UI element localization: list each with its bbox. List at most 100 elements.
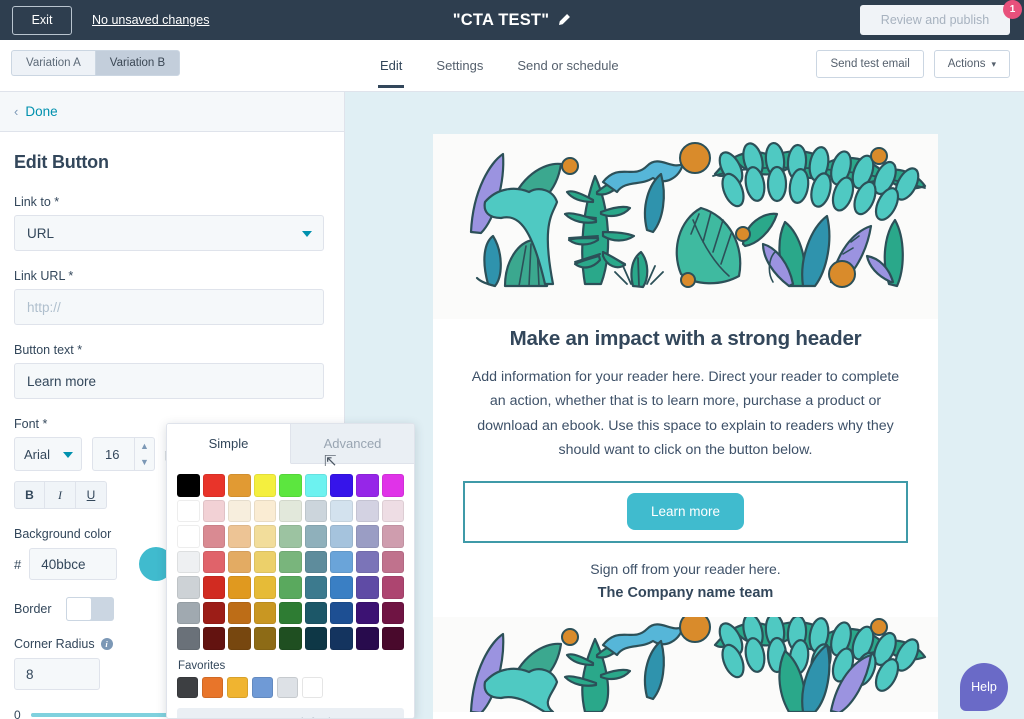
notification-badge[interactable]: 1	[1003, 0, 1022, 19]
color-swatch[interactable]	[382, 627, 405, 650]
color-swatch[interactable]	[305, 500, 328, 523]
color-swatch[interactable]	[305, 627, 328, 650]
color-swatch[interactable]	[177, 525, 200, 548]
color-swatch[interactable]	[356, 576, 379, 599]
color-swatch[interactable]	[254, 627, 277, 650]
color-swatch[interactable]	[279, 525, 302, 548]
chevron-down-icon[interactable]: ▼	[135, 454, 154, 470]
variation-b-tab[interactable]: Variation B	[95, 50, 180, 76]
favorite-color-swatch[interactable]	[177, 677, 198, 698]
color-swatch[interactable]	[356, 474, 379, 497]
color-swatch[interactable]	[330, 525, 353, 548]
color-swatch[interactable]	[330, 602, 353, 625]
color-swatch[interactable]	[203, 551, 226, 574]
bold-button[interactable]: B	[14, 481, 45, 509]
color-swatch[interactable]	[228, 602, 251, 625]
color-swatch[interactable]	[177, 500, 200, 523]
color-swatch[interactable]	[279, 500, 302, 523]
color-swatch[interactable]	[254, 500, 277, 523]
review-and-publish-button[interactable]: Review and publish	[860, 5, 1010, 35]
color-picker-tab-advanced[interactable]: Advanced	[291, 424, 414, 464]
favorite-color-swatch[interactable]	[277, 677, 298, 698]
color-swatch[interactable]	[382, 602, 405, 625]
color-swatch[interactable]	[203, 576, 226, 599]
color-swatch[interactable]	[305, 602, 328, 625]
color-swatch[interactable]	[203, 602, 226, 625]
link-url-input[interactable]: http://	[14, 289, 324, 325]
color-swatch[interactable]	[382, 474, 405, 497]
button-text-input[interactable]: Learn more	[14, 363, 324, 399]
color-swatch[interactable]	[228, 525, 251, 548]
cta-module-selected[interactable]: Learn more	[463, 481, 908, 543]
border-toggle[interactable]	[66, 597, 114, 621]
color-swatch[interactable]	[203, 500, 226, 523]
color-swatch[interactable]	[382, 525, 405, 548]
color-swatch[interactable]	[305, 474, 328, 497]
color-picker-tab-simple[interactable]: Simple	[167, 424, 291, 464]
font-size-stepper[interactable]: 16 ▲ ▼	[92, 437, 155, 471]
color-swatch[interactable]	[330, 500, 353, 523]
color-swatch[interactable]	[305, 525, 328, 548]
color-swatch[interactable]	[382, 500, 405, 523]
done-bar[interactable]: ‹ Done	[0, 92, 344, 132]
underline-button[interactable]: U	[76, 481, 107, 509]
favorite-color-swatch[interactable]	[227, 677, 248, 698]
color-swatch[interactable]	[228, 627, 251, 650]
corner-radius-input[interactable]: 8	[14, 658, 100, 690]
color-swatch[interactable]	[177, 602, 200, 625]
color-swatch[interactable]	[177, 576, 200, 599]
color-swatch[interactable]	[356, 627, 379, 650]
color-swatch[interactable]	[177, 627, 200, 650]
color-swatch[interactable]	[279, 474, 302, 497]
color-swatch[interactable]	[228, 500, 251, 523]
help-button[interactable]: Help	[960, 663, 1008, 711]
info-icon[interactable]: i	[101, 638, 113, 650]
color-swatch[interactable]	[330, 551, 353, 574]
color-swatch[interactable]	[279, 551, 302, 574]
color-swatch[interactable]	[356, 551, 379, 574]
color-swatch[interactable]	[330, 627, 353, 650]
color-swatch[interactable]	[279, 576, 302, 599]
color-swatch[interactable]	[203, 627, 226, 650]
color-swatch[interactable]	[228, 551, 251, 574]
tab-send-or-schedule[interactable]: Send or schedule	[517, 58, 618, 88]
color-swatch[interactable]	[356, 525, 379, 548]
tab-settings[interactable]: Settings	[436, 58, 483, 88]
color-swatch[interactable]	[254, 474, 277, 497]
color-swatch[interactable]	[279, 602, 302, 625]
pencil-icon[interactable]	[557, 13, 571, 27]
color-swatch[interactable]	[254, 576, 277, 599]
actions-menu-button[interactable]: Actions ▾	[934, 50, 1010, 78]
color-swatch[interactable]	[228, 474, 251, 497]
color-swatch[interactable]	[382, 551, 405, 574]
color-swatch[interactable]	[254, 602, 277, 625]
color-swatch[interactable]	[330, 474, 353, 497]
favorite-color-swatch[interactable]	[202, 677, 223, 698]
favorite-color-swatch[interactable]	[252, 677, 273, 698]
italic-button[interactable]: I	[45, 481, 76, 509]
variation-a-tab[interactable]: Variation A	[11, 50, 95, 76]
color-swatch[interactable]	[356, 602, 379, 625]
color-swatch[interactable]	[279, 627, 302, 650]
color-swatch[interactable]	[382, 576, 405, 599]
color-swatch[interactable]	[203, 474, 226, 497]
link-to-select[interactable]: URL	[14, 215, 324, 251]
color-swatch[interactable]	[254, 551, 277, 574]
exit-button[interactable]: Exit	[12, 6, 72, 35]
color-swatch[interactable]	[254, 525, 277, 548]
cta-button[interactable]: Learn more	[627, 493, 744, 530]
color-swatch[interactable]	[177, 474, 200, 497]
save-status-link[interactable]: No unsaved changes	[92, 13, 209, 27]
reset-to-default-button[interactable]: Reset to default	[177, 708, 404, 719]
chevron-up-icon[interactable]: ▲	[135, 438, 154, 454]
color-swatch[interactable]	[177, 551, 200, 574]
color-swatch[interactable]	[228, 576, 251, 599]
send-test-email-button[interactable]: Send test email	[816, 50, 923, 78]
color-swatch[interactable]	[203, 525, 226, 548]
color-swatch[interactable]	[305, 551, 328, 574]
color-swatch[interactable]	[330, 576, 353, 599]
favorite-color-swatch[interactable]	[302, 677, 323, 698]
font-family-select[interactable]: Arial	[14, 437, 82, 471]
color-swatch[interactable]	[356, 500, 379, 523]
tab-edit[interactable]: Edit	[380, 58, 402, 88]
